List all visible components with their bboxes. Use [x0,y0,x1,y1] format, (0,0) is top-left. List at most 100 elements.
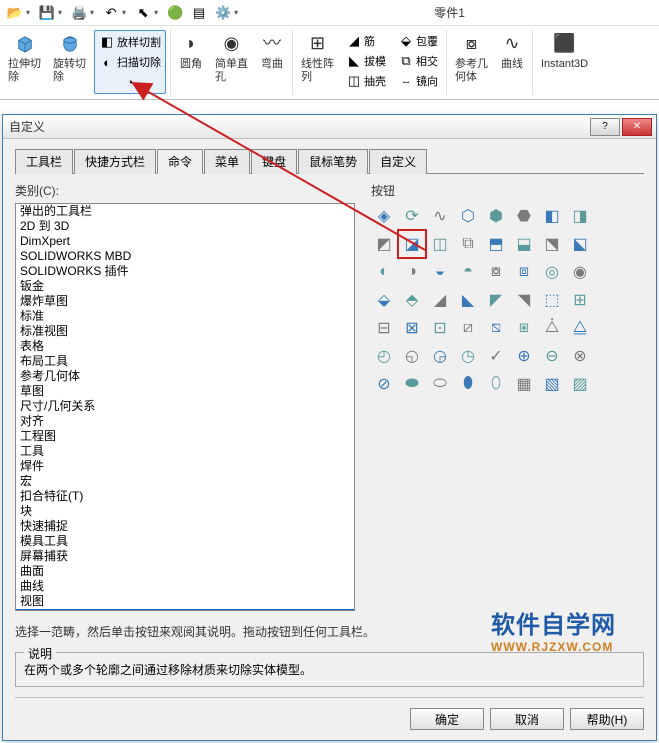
dropdown-icon[interactable]: ▾ [154,8,158,17]
feature-icon-button[interactable]: ⊞ [567,287,593,313]
feature-icon-button[interactable]: ◎ [539,259,565,285]
list-item[interactable]: 标准 [16,309,354,324]
revolved-cut-button[interactable]: 旋转切 除 [49,30,90,94]
list-item[interactable]: SOLIDWORKS 插件 [16,264,354,279]
list-item[interactable]: 2D 到 3D [16,219,354,234]
feature-icon-button[interactable]: ⬔ [539,231,565,257]
list-item[interactable]: 曲面 [16,564,354,579]
tab-3[interactable]: 菜单 [204,149,250,174]
dropdown-icon[interactable]: ▾ [26,8,30,17]
feature-icon-button[interactable]: ◨ [567,203,593,229]
feature-icon-button[interactable]: ⧉ [455,231,481,257]
tab-6[interactable]: 自定义 [369,149,427,174]
feature-icon-button[interactable]: ◐ [371,259,397,285]
shell-button[interactable]: ◫抽壳 [344,72,388,90]
feature-icon-button[interactable]: ◉ [567,259,593,285]
save-icon[interactable]: 💾 [36,3,58,23]
feature-icon-button[interactable]: ⊡ [427,315,453,341]
feature-icon-button[interactable]: ⧋ [567,315,593,341]
dropdown-icon[interactable]: ▾ [90,8,94,17]
list-item[interactable]: 尺寸/几何关系 [16,399,354,414]
fillet-button[interactable]: ◗圆角 [175,30,207,86]
feature-icon-button[interactable]: ◒ [427,259,453,285]
feature-icon-button[interactable]: ◷ [455,343,481,369]
undo-icon[interactable]: ↶ [100,3,122,23]
list-item[interactable]: 工程图 [16,429,354,444]
help-button[interactable]: ? [590,118,620,136]
list-item[interactable]: 钣金 [16,279,354,294]
feature-icon-button[interactable]: ⟳ [399,203,425,229]
feature-icon-button[interactable]: ◑ [399,259,425,285]
extruded-cut-button[interactable]: 拉伸切 除 [4,30,45,94]
list-item[interactable]: 曲线 [16,579,354,594]
list-item[interactable]: 布局工具 [16,354,354,369]
list-item[interactable]: 快速捕捉 [16,519,354,534]
feature-icon-button[interactable]: ⬚ [539,287,565,313]
list-item[interactable]: SOLIDWORKS MBD [16,249,354,264]
list-item[interactable]: 焊件 [16,459,354,474]
settings-icon[interactable]: ⚙️ [212,3,234,23]
dropdown-icon[interactable]: ▾ [234,8,238,17]
feature-icon-button[interactable]: ◣ [455,287,481,313]
rebuild-icon[interactable]: 🟢 [164,3,186,23]
feature-icon-button[interactable]: ⬓ [511,231,537,257]
feature-icon-button[interactable]: ⬡ [455,203,481,229]
list-item[interactable]: 对齐 [16,414,354,429]
feature-icon-button[interactable]: ◵ [399,343,425,369]
bend-button[interactable]: 〰弯曲 [256,30,288,86]
linear-pattern-button[interactable]: ⊞线性阵 列 [297,30,338,92]
list-item[interactable]: DimXpert [16,234,354,249]
options-icon[interactable]: ▤ [188,3,210,23]
feature-icon-button[interactable]: ⬣ [511,203,537,229]
instant3d-button[interactable]: ⬛Instant3D [537,30,592,73]
target-icon-button[interactable]: ◔ [97,73,163,91]
feature-icon-button[interactable]: ⬕ [567,231,593,257]
tab-1[interactable]: 快捷方式栏 [74,149,156,174]
feature-icon-button[interactable]: ⧆ [511,315,537,341]
feature-icon-button[interactable]: ⬭ [427,371,453,397]
swept-cut-button[interactable]: ◐扫描切除 [97,53,163,71]
feature-icon-button[interactable]: ◶ [427,343,453,369]
close-button[interactable]: ✕ [622,118,652,136]
list-item[interactable]: 模具工具 [16,534,354,549]
feature-icon-button[interactable]: ▧ [539,371,565,397]
help-button[interactable]: 帮助(H) [570,708,644,730]
dropdown-icon[interactable]: ▾ [122,8,126,17]
mirror-button[interactable]: ⧿镜向 [396,72,440,90]
list-item[interactable]: 扣合特征(T) [16,489,354,504]
ref-geometry-button[interactable]: ⧇参考几 何体 [451,30,492,86]
feature-icon-button[interactable]: ⬒ [483,231,509,257]
list-item[interactable]: 参考几何体 [16,369,354,384]
cancel-button[interactable]: 取消 [490,708,564,730]
list-item[interactable]: 弹出的工具栏 [16,204,354,219]
list-item[interactable]: 表格 [16,339,354,354]
feature-icon-button[interactable]: ◪ [399,231,425,257]
curves-button[interactable]: ∿曲线 [496,30,528,86]
feature-icon-button[interactable]: ◥ [511,287,537,313]
wrap-button[interactable]: ⬙包覆 [396,32,440,50]
ok-button[interactable]: 确定 [410,708,484,730]
list-item[interactable]: 草图 [16,384,354,399]
feature-icon-button[interactable]: ◩ [371,231,397,257]
feature-icon-button[interactable]: ◓ [455,259,481,285]
feature-icon-button[interactable]: ✓ [483,343,509,369]
hole-button[interactable]: ◉简单直 孔 [211,30,252,86]
tab-4[interactable]: 键盘 [251,149,297,174]
feature-icon-button[interactable]: ⧇ [483,259,509,285]
feature-icon-button[interactable]: ⊕ [511,343,537,369]
list-item[interactable]: 块 [16,504,354,519]
intersect-button[interactable]: ⧉相交 [396,52,440,70]
select-icon[interactable]: ⬉ [132,3,154,23]
feature-icon-button[interactable]: ⧈ [511,259,537,285]
draft-button[interactable]: ◣拔模 [344,52,388,70]
feature-icon-button[interactable]: ⬬ [399,371,425,397]
open-icon[interactable]: 📂 [4,3,26,23]
feature-icon-button[interactable]: ⊘ [371,371,397,397]
feature-icon-button[interactable]: ▦ [511,371,537,397]
list-item[interactable]: 屏幕捕获 [16,549,354,564]
feature-icon-button[interactable]: ⊖ [539,343,565,369]
feature-icon-button[interactable]: ◴ [371,343,397,369]
tab-5[interactable]: 鼠标笔势 [298,149,368,174]
list-item[interactable]: 宏 [16,474,354,489]
feature-icon-button[interactable]: ⊗ [567,343,593,369]
